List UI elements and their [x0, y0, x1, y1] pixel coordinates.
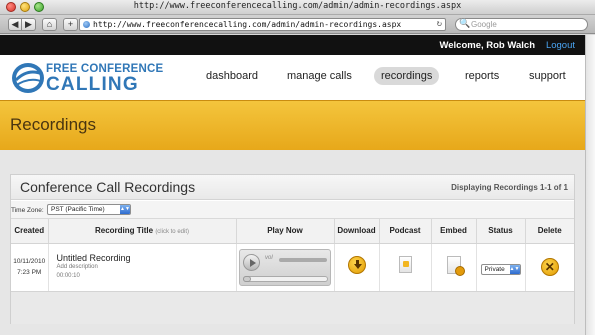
play-button[interactable]: [243, 253, 260, 271]
forward-button[interactable]: ▶: [22, 18, 36, 31]
search-icon: 🔍: [459, 18, 471, 28]
site-top-bar: Welcome, Rob Walch Logout: [0, 35, 585, 55]
col-status: Status: [476, 219, 526, 244]
recording-duration: 00:00:10: [56, 273, 80, 279]
reload-icon[interactable]: ↻: [437, 19, 442, 30]
address-bar[interactable]: http://www.freeconferencecalling.com/adm…: [79, 18, 446, 31]
page-title: Recordings: [10, 115, 96, 134]
created-date: 10/11/2010: [13, 258, 46, 265]
page-banner: Recordings: [0, 100, 585, 150]
browser-toolbar: ◀ ▶ ⌂ + http://www.freeconferencecalling…: [0, 15, 595, 34]
status-value: Private: [484, 266, 505, 273]
content-area: Conference Call Recordings Displaying Re…: [0, 150, 585, 335]
col-recording-title: Recording Title (click to edit): [48, 219, 237, 244]
logout-link[interactable]: Logout: [546, 40, 575, 51]
volume-label: vol: [265, 254, 273, 261]
cell-delete: ✕: [525, 243, 574, 292]
col-title-label: Recording Title: [94, 226, 154, 236]
embed-icon[interactable]: [446, 255, 465, 276]
recordings-count: Displaying Recordings 1-1 of 1: [451, 183, 568, 192]
timezone-value: PST (Pacific Time): [51, 206, 105, 213]
nav-support[interactable]: support: [529, 67, 566, 85]
recordings-table: Created Recording Title (click to edit) …: [11, 219, 574, 292]
search-placeholder: Google: [471, 20, 497, 29]
nav-reports[interactable]: reports: [465, 67, 499, 85]
play-icon: [250, 258, 256, 267]
delete-icon[interactable]: ✕: [540, 258, 559, 276]
nav-manage-calls[interactable]: manage calls: [287, 67, 352, 85]
download-icon[interactable]: [347, 255, 366, 274]
cell-created: 10/11/2010 7:23 PM: [11, 243, 49, 292]
cell-title: Untitled Recording Add description 00:00…: [48, 243, 237, 292]
cell-embed: [431, 243, 477, 292]
seek-knob[interactable]: [243, 275, 251, 282]
timezone-row: Time Zone: PST (Pacific Time) ▲▼: [11, 201, 574, 219]
panel-footer: [11, 292, 574, 324]
timezone-label: Time Zone:: [11, 207, 44, 214]
home-button[interactable]: ⌂: [42, 18, 57, 31]
add-bookmark-button[interactable]: +: [63, 18, 78, 31]
dropdown-arrow-icon: ▲▼: [120, 205, 130, 214]
col-embed: Embed: [431, 219, 477, 244]
volume-slider[interactable]: [279, 257, 327, 262]
status-select[interactable]: Private ▲▼: [480, 264, 521, 275]
cell-download: [334, 243, 380, 292]
seek-bar[interactable]: [243, 275, 328, 282]
logo-text-bottom[interactable]: CALLING: [46, 74, 139, 96]
col-play-now: Play Now: [236, 219, 335, 244]
col-created: Created: [11, 219, 49, 244]
back-button[interactable]: ◀: [8, 18, 22, 31]
col-delete: Delete: [525, 219, 574, 244]
created-time: 7:23 PM: [17, 269, 42, 276]
cell-player: vol: [236, 243, 335, 292]
dropdown-arrow-icon: ▲▼: [509, 265, 520, 274]
browser-titlebar: http://www.freeconferencecalling.com/adm…: [0, 0, 595, 15]
site-header: FREE CONFERENCE CALLING dashboard manage…: [0, 55, 585, 100]
nav-recordings[interactable]: recordings: [374, 67, 440, 85]
logo-globe-icon[interactable]: [10, 60, 48, 95]
search-input[interactable]: 🔍 Google: [455, 18, 588, 31]
timezone-select[interactable]: PST (Pacific Time) ▲▼: [47, 204, 131, 215]
col-title-hint: (click to edit): [155, 229, 189, 236]
globe-icon: [83, 21, 90, 28]
recordings-panel: Conference Call Recordings Displaying Re…: [10, 174, 575, 324]
panel-title: Conference Call Recordings: [20, 179, 196, 195]
panel-header: Conference Call Recordings Displaying Re…: [11, 175, 574, 200]
cell-podcast: [379, 243, 432, 292]
cell-status: Private ▲▼: [476, 243, 526, 292]
recording-title[interactable]: Untitled Recording: [49, 253, 236, 263]
recording-description[interactable]: Add description: [49, 263, 236, 272]
table-row: 10/11/2010 7:23 PM Untitled Recording Ad…: [11, 243, 574, 292]
nav-dashboard[interactable]: dashboard: [206, 67, 258, 85]
page-scrollbar[interactable]: [585, 35, 595, 335]
col-download: Download: [334, 219, 380, 244]
podcast-icon[interactable]: [398, 256, 412, 273]
col-podcast: Podcast: [379, 219, 432, 244]
audio-player: vol: [239, 248, 331, 286]
table-header-row: Created Recording Title (click to edit) …: [11, 219, 574, 244]
window-title: http://www.freeconferencecalling.com/adm…: [133, 1, 462, 11]
url-text: http://www.freeconferencecalling.com/adm…: [93, 20, 402, 29]
welcome-text: Welcome, Rob Walch: [439, 40, 535, 51]
